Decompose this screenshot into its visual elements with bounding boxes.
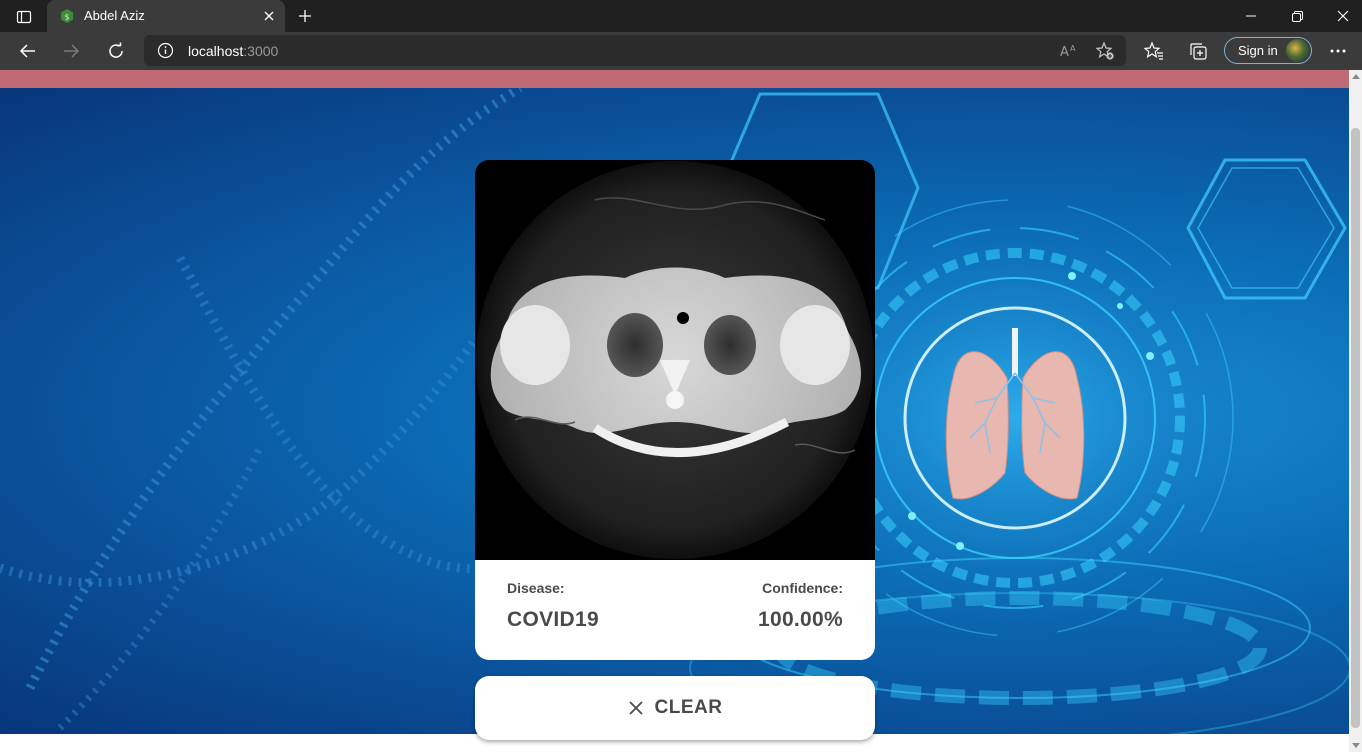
collections-icon[interactable] (1183, 36, 1213, 66)
more-icon[interactable] (1323, 36, 1353, 66)
svg-text:$: $ (64, 13, 69, 22)
tab-actions-icon[interactable] (10, 6, 38, 28)
node-favicon-icon: $ (59, 8, 75, 24)
sign-in-label: Sign in (1238, 43, 1278, 58)
tab-title: Abdel Aziz (84, 8, 145, 23)
ct-scan-image (475, 160, 875, 560)
clear-label: CLEAR (654, 697, 723, 718)
address-url: localhost:3000 (188, 43, 278, 59)
close-window-icon[interactable] (1320, 0, 1362, 32)
clear-button[interactable]: CLEAR (475, 676, 875, 740)
restore-icon[interactable] (1274, 0, 1320, 32)
new-tab-icon[interactable] (294, 5, 316, 27)
favorites-icon[interactable] (1139, 36, 1169, 66)
page-scrollbar[interactable] (1349, 70, 1362, 752)
scroll-thumb[interactable] (1351, 128, 1360, 728)
close-tab-icon[interactable] (261, 8, 277, 24)
svg-text:A: A (1060, 45, 1069, 59)
scroll-up-icon[interactable] (1352, 74, 1360, 79)
result-row: Disease: COVID19 Confidence: 100.00% (507, 580, 843, 640)
tab-strip: $ Abdel Aziz (0, 0, 1362, 32)
forward-arrow-icon[interactable] (56, 36, 86, 66)
add-favorite-icon[interactable] (1095, 41, 1115, 61)
back-arrow-icon[interactable] (13, 36, 43, 66)
top-banner (0, 70, 1349, 88)
minimize-icon[interactable] (1228, 0, 1274, 32)
confidence-label: Confidence: (762, 580, 843, 596)
url-port: :3000 (243, 43, 279, 59)
confidence-value: 100.00% (757, 608, 843, 631)
sign-in-button[interactable]: Sign in (1224, 37, 1312, 64)
site-info-icon[interactable] (157, 42, 174, 59)
reload-icon[interactable] (101, 36, 131, 66)
scroll-down-icon[interactable] (1352, 743, 1360, 748)
result-card: Disease: COVID19 Confidence: 100.00% (475, 160, 875, 660)
browser-toolbar: localhost:3000 AA Sign in (0, 32, 1362, 70)
avatar (1286, 39, 1309, 62)
browser-tab[interactable]: $ Abdel Aziz (47, 0, 285, 32)
read-aloud-icon[interactable]: AA (1059, 41, 1079, 61)
disease-label: Disease: (507, 580, 565, 596)
address-bar[interactable]: localhost:3000 AA (144, 35, 1126, 66)
svg-text:A: A (1070, 44, 1076, 53)
confidence-block: Confidence: 100.00% (758, 580, 843, 632)
disease-value: COVID19 (507, 608, 599, 631)
close-icon (628, 700, 644, 716)
disease-block: Disease: COVID19 (507, 580, 599, 632)
url-host: localhost (188, 43, 244, 59)
